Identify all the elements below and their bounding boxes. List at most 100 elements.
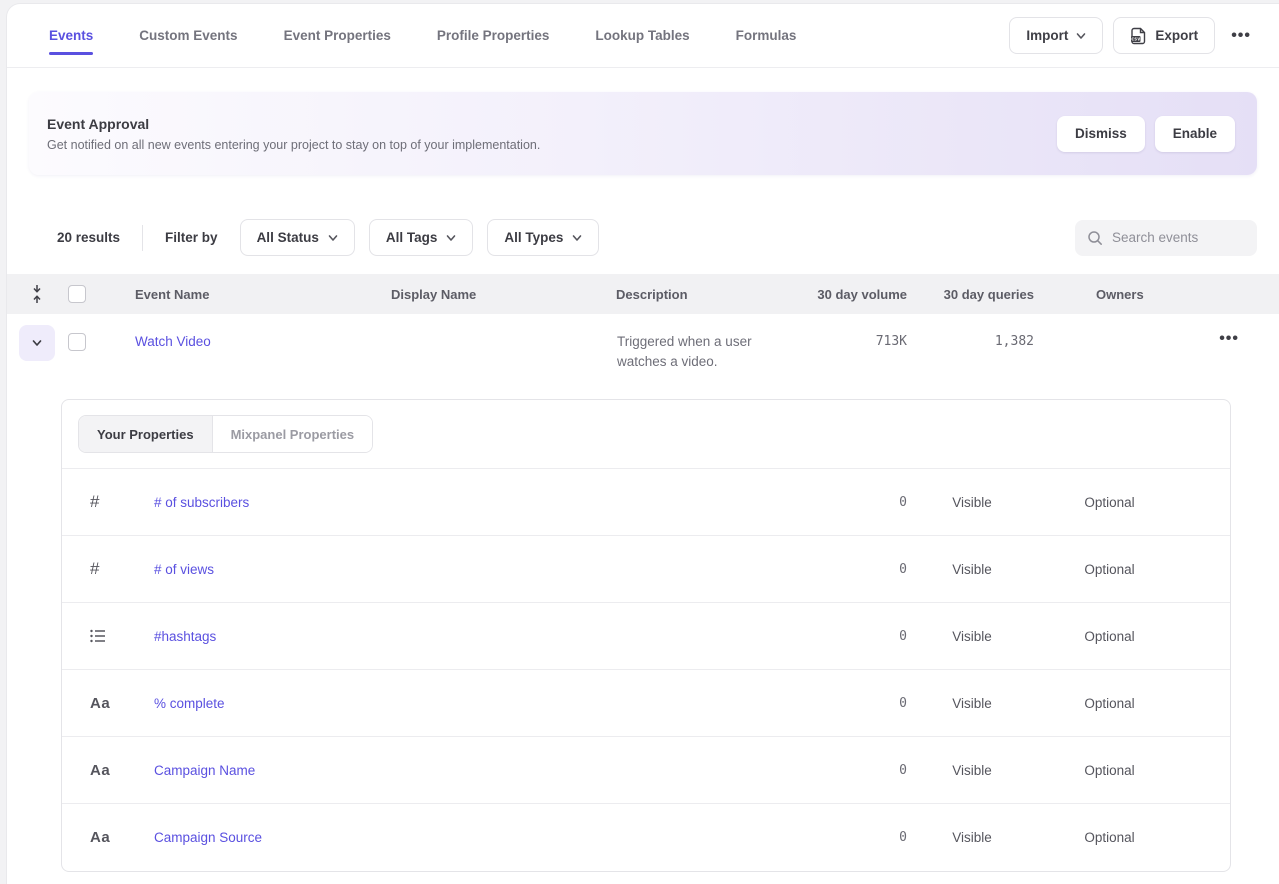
property-requirement: Optional [1037, 495, 1182, 510]
collapse-all-icon[interactable] [19, 276, 55, 312]
property-visibility: Visible [907, 562, 1037, 577]
property-requirement: Optional [1037, 629, 1182, 644]
tab-events[interactable]: Events [49, 4, 93, 68]
property-visibility: Visible [907, 830, 1037, 845]
property-name-link[interactable]: Campaign Name [154, 763, 797, 778]
tab-formulas[interactable]: Formulas [736, 4, 797, 68]
results-count: 20 results [57, 230, 120, 245]
property-row: Aa Campaign Source 0 Visible Optional [62, 804, 1230, 871]
property-row: Aa % complete 0 Visible Optional [62, 670, 1230, 737]
col-event-name: Event Name [115, 287, 371, 302]
types-filter-dropdown[interactable]: All Types [487, 219, 599, 256]
property-queries: 0 [797, 696, 907, 711]
row-checkbox[interactable] [68, 333, 86, 351]
export-button[interactable]: csv Export [1113, 17, 1215, 54]
dismiss-button[interactable]: Dismiss [1057, 116, 1145, 152]
select-all-checkbox[interactable] [68, 285, 86, 303]
property-queries: 0 [797, 763, 907, 778]
number-type-icon: # [90, 559, 154, 579]
chevron-down-icon [32, 338, 42, 348]
property-row: Aa Campaign Name 0 Visible Optional [62, 737, 1230, 804]
banner-title: Event Approval [47, 116, 540, 132]
csv-file-icon: csv [1130, 27, 1147, 45]
properties-panel: Your Properties Mixpanel Properties # # … [61, 399, 1231, 872]
queries-cell: 1,382 [907, 334, 1034, 349]
col-description: Description [596, 287, 807, 302]
status-filter-dropdown[interactable]: All Status [240, 219, 355, 256]
property-row: #hashtags 0 Visible Optional [62, 603, 1230, 670]
filter-bar: 20 results Filter by All Status All Tags… [57, 219, 1257, 256]
property-visibility: Visible [907, 763, 1037, 778]
table-row: Watch Video Triggered when a user watche… [7, 314, 1279, 372]
property-visibility: Visible [907, 629, 1037, 644]
property-name-link[interactable]: Campaign Source [154, 830, 797, 845]
property-queries: 0 [797, 495, 907, 510]
property-queries: 0 [797, 562, 907, 577]
event-name-link[interactable]: Watch Video [115, 334, 211, 349]
row-expander-button[interactable] [19, 325, 55, 361]
top-nav: Events Custom Events Event Properties Pr… [7, 4, 1279, 68]
import-button[interactable]: Import [1009, 17, 1103, 54]
banner-actions: Dismiss Enable [1057, 116, 1235, 152]
tab-mixpanel-properties[interactable]: Mixpanel Properties [213, 416, 373, 452]
banner-description: Get notified on all new events entering … [47, 138, 540, 152]
events-table-header: Event Name Display Name Description 30 d… [7, 274, 1279, 314]
chevron-down-icon [1076, 31, 1086, 41]
col-30-day-queries: 30 day queries [907, 287, 1034, 302]
chevron-down-icon [446, 233, 456, 243]
search-events-box [1075, 220, 1257, 256]
lexicon-page: Events Custom Events Event Properties Pr… [6, 3, 1279, 884]
property-requirement: Optional [1037, 763, 1182, 778]
col-display-name: Display Name [371, 287, 596, 302]
enable-button[interactable]: Enable [1155, 116, 1235, 152]
property-visibility: Visible [907, 495, 1037, 510]
event-approval-banner: Event Approval Get notified on all new e… [29, 92, 1257, 175]
property-requirement: Optional [1037, 562, 1182, 577]
nav-tabs: Events Custom Events Event Properties Pr… [49, 4, 796, 68]
property-name-link[interactable]: % complete [154, 696, 797, 711]
divider [142, 225, 143, 251]
chevron-down-icon [328, 233, 338, 243]
property-name-link[interactable]: #hashtags [154, 629, 797, 644]
property-requirement: Optional [1037, 696, 1182, 711]
tags-filter-dropdown[interactable]: All Tags [369, 219, 474, 256]
svg-text:csv: csv [1132, 36, 1141, 42]
row-menu-button[interactable]: ••• [1213, 330, 1245, 348]
export-button-label: Export [1155, 28, 1198, 43]
list-type-icon [90, 629, 154, 643]
text-type-icon: Aa [90, 762, 154, 779]
search-input[interactable] [1112, 230, 1242, 245]
tab-custom-events[interactable]: Custom Events [139, 4, 237, 68]
import-button-label: Import [1026, 28, 1068, 43]
tab-lookup-tables[interactable]: Lookup Tables [595, 4, 689, 68]
volume-cell: 713K [807, 334, 907, 349]
property-queries: 0 [797, 629, 907, 644]
search-icon [1087, 230, 1103, 246]
description-cell: Triggered when a user watches a video. [596, 325, 807, 372]
chevron-down-icon [572, 233, 582, 243]
text-type-icon: Aa [90, 695, 154, 712]
tab-event-properties[interactable]: Event Properties [284, 4, 391, 68]
banner-text: Event Approval Get notified on all new e… [47, 116, 540, 152]
property-queries: 0 [797, 830, 907, 845]
property-name-link[interactable]: # of subscribers [154, 495, 797, 510]
nav-actions: Import csv Export ••• [1009, 17, 1257, 54]
col-owners: Owners [1034, 287, 1154, 302]
types-filter-label: All Types [504, 230, 563, 245]
properties-tabbar: Your Properties Mixpanel Properties [62, 400, 1230, 469]
property-row: # # of subscribers 0 Visible Optional [62, 469, 1230, 536]
property-requirement: Optional [1037, 830, 1182, 845]
tags-filter-label: All Tags [386, 230, 438, 245]
properties-segmented-control: Your Properties Mixpanel Properties [78, 415, 373, 453]
filter-by-label: Filter by [165, 230, 218, 245]
tab-profile-properties[interactable]: Profile Properties [437, 4, 550, 68]
status-filter-label: All Status [257, 230, 319, 245]
property-name-link[interactable]: # of views [154, 562, 797, 577]
property-visibility: Visible [907, 696, 1037, 711]
col-30-day-volume: 30 day volume [807, 287, 907, 302]
number-type-icon: # [90, 492, 154, 512]
tab-your-properties[interactable]: Your Properties [79, 416, 213, 452]
property-row: # # of views 0 Visible Optional [62, 536, 1230, 603]
overflow-menu-button[interactable]: ••• [1225, 27, 1257, 45]
text-type-icon: Aa [90, 829, 154, 846]
